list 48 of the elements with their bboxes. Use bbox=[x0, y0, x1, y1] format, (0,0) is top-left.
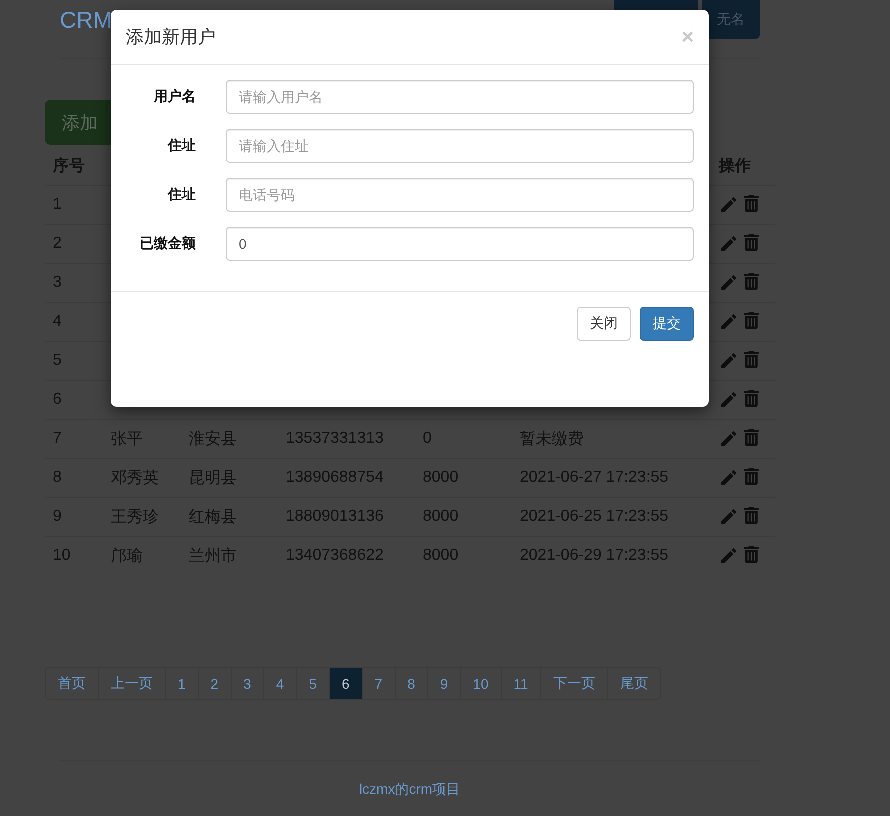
page-link[interactable]: 首页 bbox=[45, 667, 99, 700]
page-link[interactable]: 尾页 bbox=[607, 667, 662, 700]
submit-button[interactable]: 提交 bbox=[640, 307, 694, 341]
trash-icon[interactable] bbox=[743, 273, 760, 290]
trash-icon[interactable] bbox=[743, 312, 760, 329]
pencil-icon[interactable] bbox=[719, 546, 739, 566]
page-link[interactable]: 1 bbox=[165, 667, 199, 700]
pencil-icon[interactable] bbox=[719, 351, 739, 371]
pencil-icon[interactable] bbox=[719, 468, 739, 488]
trash-icon[interactable] bbox=[743, 234, 760, 251]
page-link[interactable]: 9 bbox=[427, 667, 462, 700]
page-link[interactable]: 11 bbox=[500, 667, 542, 700]
pencil-icon[interactable] bbox=[719, 195, 739, 215]
trash-icon[interactable] bbox=[743, 507, 760, 524]
field-label: 住址 bbox=[166, 186, 197, 204]
field-label: 已缴金额 bbox=[139, 235, 197, 253]
trash-icon[interactable] bbox=[743, 429, 760, 446]
close-button[interactable]: 关闭 bbox=[577, 307, 631, 341]
pencil-icon[interactable] bbox=[719, 312, 739, 332]
page-link[interactable]: 8 bbox=[394, 667, 428, 700]
pencil-icon[interactable] bbox=[719, 507, 739, 527]
trash-icon[interactable] bbox=[743, 390, 760, 407]
pencil-icon[interactable] bbox=[719, 234, 739, 254]
page-link[interactable]: 2 bbox=[198, 667, 232, 700]
page-link[interactable]: 5 bbox=[296, 667, 330, 700]
page-link[interactable]: 下一页 bbox=[540, 667, 608, 700]
input-field[interactable]: 请输入用户名 bbox=[226, 80, 694, 114]
pencil-icon[interactable] bbox=[719, 273, 739, 293]
trash-icon[interactable] bbox=[743, 351, 760, 368]
page-link[interactable]: 10 bbox=[460, 667, 502, 700]
footer-text: lczmx的crm项目 bbox=[359, 781, 461, 799]
site-title: CRM bbox=[60, 7, 112, 33]
trash-icon[interactable] bbox=[743, 468, 760, 485]
input-field[interactable]: 请输入住址 bbox=[226, 129, 694, 163]
user-button[interactable]: 无名 bbox=[702, 0, 760, 39]
page-link[interactable]: 7 bbox=[362, 667, 396, 700]
page-link[interactable]: 3 bbox=[230, 667, 264, 700]
modal-title: 添加新用户 bbox=[126, 26, 216, 49]
field-label: 住址 bbox=[166, 137, 197, 155]
pencil-icon[interactable] bbox=[719, 390, 739, 410]
pencil-icon[interactable] bbox=[719, 429, 739, 449]
input-field[interactable]: 电话号码 bbox=[226, 178, 694, 212]
trash-icon[interactable] bbox=[743, 546, 760, 563]
page-link[interactable]: 上一页 bbox=[98, 667, 166, 700]
input-field[interactable]: 0 bbox=[226, 227, 694, 261]
trash-icon[interactable] bbox=[743, 195, 760, 212]
page-link[interactable]: 4 bbox=[263, 667, 298, 700]
page-link[interactable]: 6 bbox=[328, 667, 363, 700]
